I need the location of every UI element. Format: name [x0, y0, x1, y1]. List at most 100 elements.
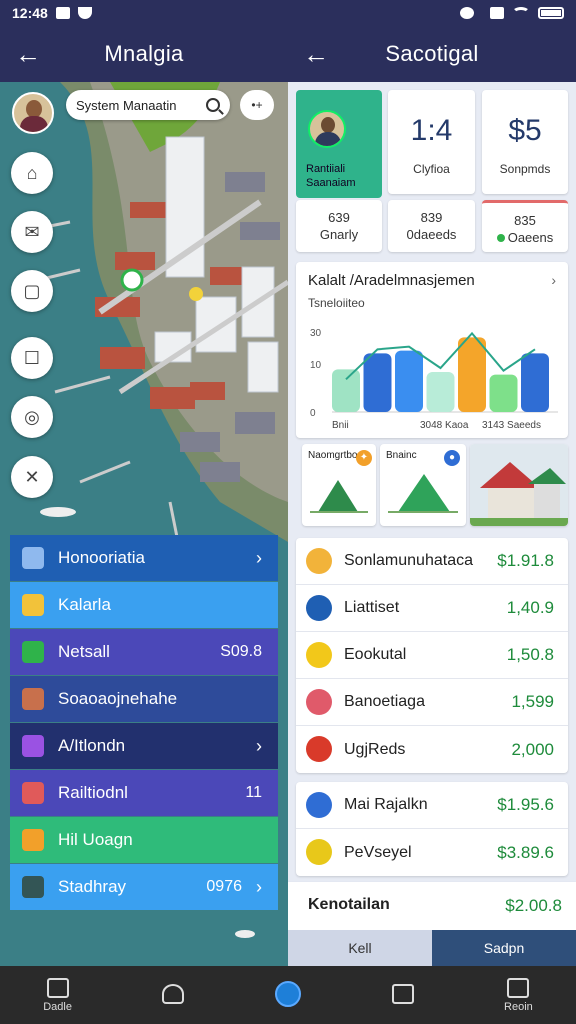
nav-reports[interactable]: Reoin — [461, 966, 576, 1024]
chart-bar[interactable] — [489, 374, 518, 412]
left-menu-item[interactable]: A/Itlondn › — [10, 723, 278, 769]
summary-amount: $2.00.8 — [505, 896, 562, 915]
transaction-name: Banoetiaga — [344, 693, 425, 710]
stat-card-1[interactable]: 1:4 Clyfioa — [388, 90, 475, 194]
left-menu-item[interactable]: Soaoaojnehahe — [10, 676, 278, 722]
close-icon[interactable]: ✕ — [11, 456, 53, 498]
tent-illustration-1 — [310, 480, 368, 513]
chart-card[interactable]: Kalalt /Aradelmnasjemen › Tsneloiiteo 30… — [296, 262, 568, 438]
chevron-right-icon: › — [256, 735, 262, 756]
lock-icon[interactable]: ⌂ — [11, 152, 53, 194]
mini-stat-1[interactable]: 639 Gnarly — [296, 200, 382, 252]
transaction-row[interactable]: Liattiset 1,40.9 — [296, 585, 568, 632]
transaction-amount: 2,000 — [511, 739, 554, 759]
edit-icon — [392, 983, 415, 1004]
bar-chart: 30 10 0 Bnii 3048 Kaoa 3143 Saeeds — [310, 328, 558, 431]
house-illustration — [470, 444, 568, 526]
chart-bar[interactable] — [458, 337, 486, 412]
summary-label: Kenotailan — [308, 896, 390, 913]
transaction-row[interactable]: Banoetiaga 1,599 — [296, 679, 568, 726]
back-button-left[interactable]: ← — [8, 34, 48, 74]
left-menu-item[interactable]: Railtiodnl 11 — [10, 770, 278, 816]
transaction-icon — [306, 689, 332, 715]
wifi-icon — [512, 7, 530, 19]
status-time: 12:48 — [12, 5, 48, 21]
tab-kell[interactable]: Kell — [288, 930, 432, 966]
thumbnail-card-2[interactable]: Bnainc ● — [380, 444, 466, 526]
mini-stat-3[interactable]: 835 Oaeens — [482, 200, 568, 252]
menu-item-icon — [22, 547, 44, 569]
tag-icon[interactable]: ▢ — [11, 270, 53, 312]
thumbnail-card-1[interactable]: Naomgrtbo ✦ — [302, 444, 376, 526]
x-category-label: 3143 Saeeds — [482, 420, 541, 431]
tab-sadpn[interactable]: Sadpn — [432, 930, 576, 966]
location-icon[interactable]: ◎ — [11, 396, 53, 438]
transaction-list-2: Mai Rajalkn $1.95.6 PeVseyel $3.89.6 — [296, 782, 568, 876]
user-avatar[interactable] — [12, 92, 54, 134]
mini-stat-2[interactable]: 839 0daeeds — [388, 200, 475, 252]
profile-card[interactable]: Rantiiali Saanaiam — [296, 90, 382, 198]
chart-bar[interactable] — [395, 350, 423, 412]
transaction-row[interactable]: PeVseyel $3.89.6 — [296, 829, 568, 876]
transaction-icon — [306, 548, 332, 574]
chart-bar[interactable] — [332, 369, 360, 412]
left-menu-item[interactable]: Kalarla — [10, 582, 278, 628]
nav-edit[interactable] — [346, 966, 461, 1024]
menu-item-icon — [22, 594, 44, 616]
profile-subtitle: Saanaiam — [306, 177, 356, 189]
menu-item-label: Kalarla — [58, 595, 111, 614]
chart-bar[interactable] — [426, 372, 455, 412]
left-menu-list: Honooriatia › Kalarla Netsall S09.8 Soaoaojne… — [10, 535, 278, 911]
mini-stat-value-2: 839 — [420, 210, 443, 225]
list-icon — [507, 977, 530, 998]
search-icon[interactable] — [206, 98, 220, 112]
transaction-row[interactable]: Mai Rajalkn $1.95.6 — [296, 782, 568, 829]
transaction-amount: 1,40.9 — [506, 598, 554, 617]
menu-item-label: Soaoaojnehahe — [58, 689, 178, 708]
right-app-bar: ← Sacotigal — [288, 26, 576, 82]
y-tick-label: 10 — [310, 360, 322, 371]
transaction-row[interactable]: UgjReds 2,000 — [296, 726, 568, 773]
message-icon[interactable]: ✉ — [11, 211, 53, 253]
transaction-row[interactable]: Eookutal 1,50.8 — [296, 632, 568, 679]
stat-label-2: Sonpmds — [499, 162, 551, 176]
signal-icon — [490, 7, 504, 19]
y-tick-label: 0 — [310, 408, 316, 419]
transaction-amount: 1,50.8 — [506, 645, 554, 664]
menu-item-value: S09.8 — [220, 643, 262, 660]
shield-icon — [77, 7, 92, 19]
map-search-input[interactable]: System Manaatin — [66, 90, 230, 120]
left-menu-item[interactable]: Netsall S09.8 — [10, 629, 278, 675]
chart-bar[interactable] — [363, 353, 392, 412]
summary-row[interactable]: Kenotailan $2.00.8 — [288, 882, 576, 930]
map-options-button[interactable]: •+ — [240, 90, 274, 120]
mail-icon[interactable]: ☐ — [11, 337, 53, 379]
transaction-row[interactable]: Sonlamunuhataca $1.91.8 — [296, 538, 568, 585]
stat-card-2[interactable]: $5 Sonpmds — [482, 90, 568, 194]
left-menu-item[interactable]: Stadhray 0976 › — [10, 864, 278, 910]
left-menu-item[interactable]: Hil Uoagn — [10, 817, 278, 863]
thumbnail-card-3[interactable]: ✦ — [470, 444, 568, 526]
mini-stat-value-3: 835 — [514, 213, 536, 228]
back-button-right[interactable]: ← — [296, 34, 336, 74]
chart-bar[interactable] — [521, 353, 549, 412]
x-category-label: 3048 Kaoa — [420, 420, 469, 431]
transaction-amount: 1,599 — [511, 692, 554, 711]
heart-icon — [161, 983, 184, 1004]
chevron-right-icon: › — [256, 876, 262, 897]
transaction-icon — [306, 642, 332, 668]
transaction-icon — [306, 595, 332, 621]
nav-center[interactable] — [230, 966, 345, 1024]
nav-favorites[interactable] — [115, 966, 230, 1024]
profile-name: Rantiiali — [306, 163, 346, 175]
nav-home[interactable]: Dadle — [0, 966, 115, 1024]
chevron-right-icon: › — [256, 547, 262, 568]
left-page-title: Mnalgia — [104, 41, 184, 66]
nav-reports-label: Reoin — [504, 1000, 533, 1013]
mini-stat-label-3: Oaeens — [482, 230, 568, 245]
y-tick-label: 30 — [310, 328, 322, 339]
bottom-navigation: Dadle Reoin — [0, 966, 576, 1024]
menu-item-label: Railtiodnl — [58, 783, 128, 802]
left-menu-item[interactable]: Honooriatia › — [10, 535, 278, 581]
notification-icon — [55, 7, 70, 19]
